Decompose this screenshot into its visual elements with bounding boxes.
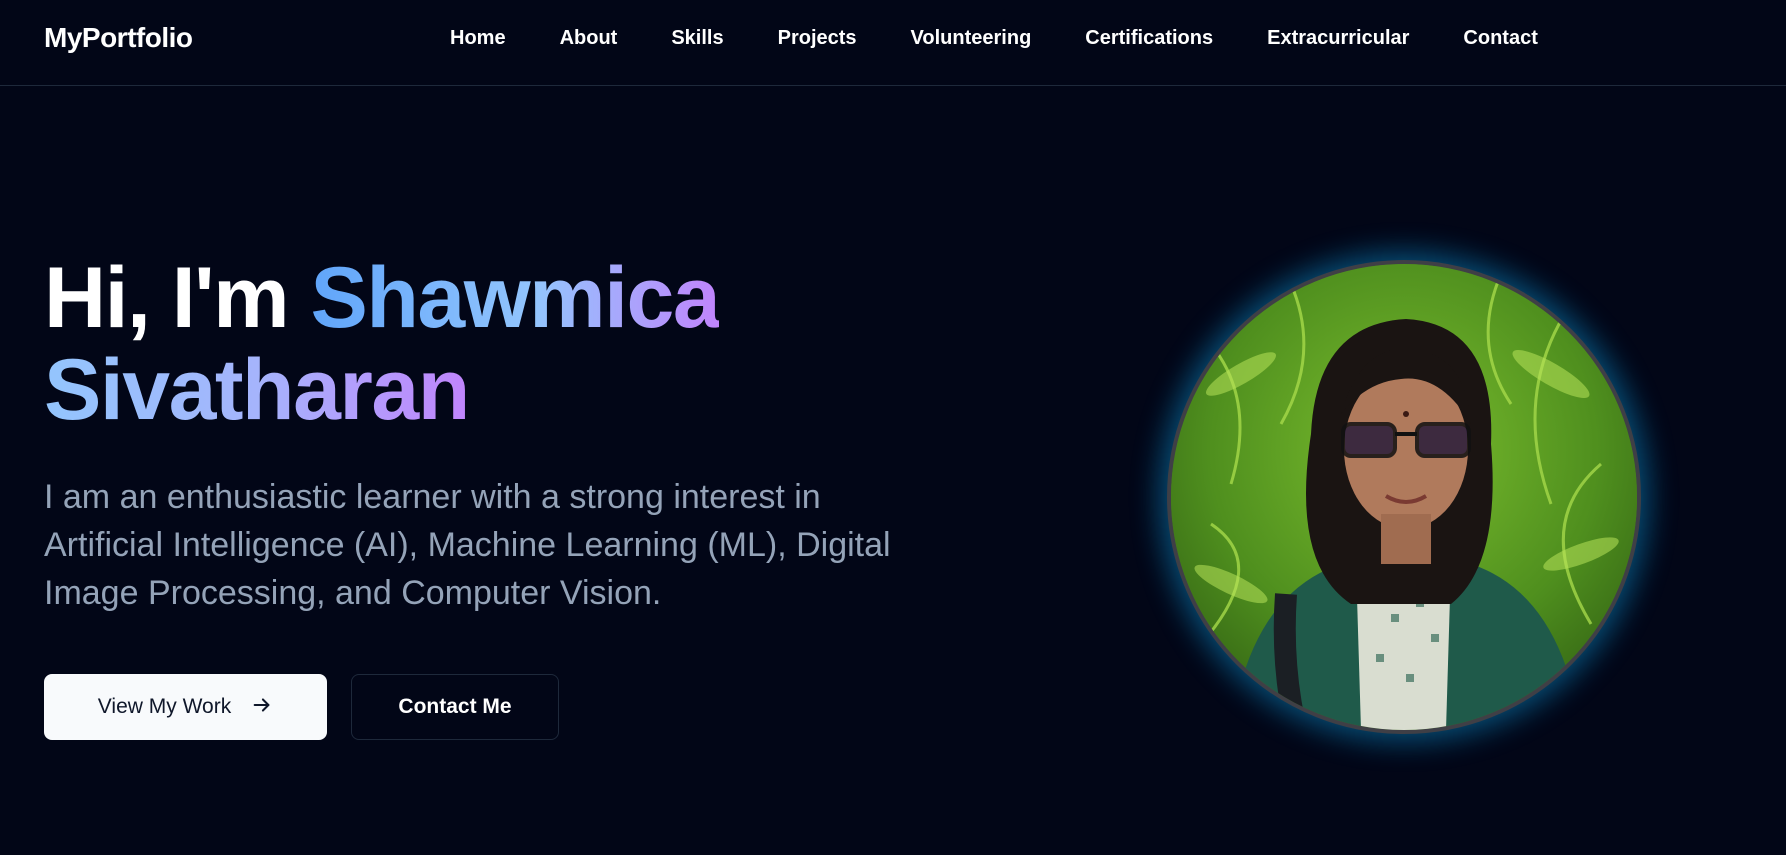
nav-links: Home About Skills Projects Volunteering … <box>450 27 1538 50</box>
nav-item-volunteering[interactable]: Volunteering <box>911 27 1032 50</box>
contact-me-label: Contact Me <box>398 695 512 718</box>
navbar: MyPortfolio Home About Skills Projects V… <box>0 0 1786 86</box>
hero-first-name: Shawmica <box>310 250 721 346</box>
brand-logo[interactable]: MyPortfolio <box>44 22 193 54</box>
contact-me-button[interactable]: Contact Me <box>351 674 559 740</box>
nav-item-projects[interactable]: Projects <box>778 27 857 50</box>
hero-title: Hi, I'm Shawmica Sivatharan <box>44 252 944 436</box>
view-my-work-button[interactable]: View My Work <box>44 674 327 740</box>
nav-item-contact[interactable]: Contact <box>1463 27 1537 50</box>
nav-item-home[interactable]: Home <box>450 27 506 50</box>
nav-item-extracurricular[interactable]: Extracurricular <box>1267 27 1409 50</box>
hero-description: I am an enthusiastic learner with a stro… <box>44 478 891 612</box>
view-my-work-label: View My Work <box>97 695 232 718</box>
nav-item-skills[interactable]: Skills <box>671 27 723 50</box>
arrow-right-icon <box>251 694 273 721</box>
hero-greeting: Hi, I'm <box>44 250 290 346</box>
nav-item-certifications[interactable]: Certifications <box>1085 27 1213 50</box>
profile-photo <box>1167 260 1641 734</box>
hero-last-name: Sivatharan <box>44 342 470 438</box>
nav-item-about[interactable]: About <box>560 27 618 50</box>
